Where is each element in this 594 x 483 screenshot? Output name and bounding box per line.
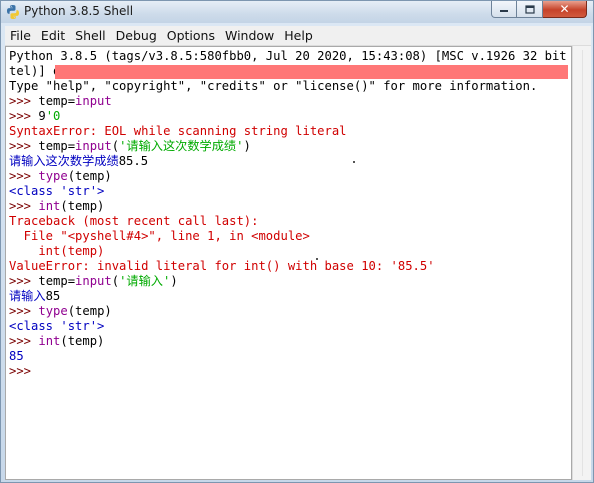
- code-token: 85: [45, 289, 61, 303]
- minimize-button[interactable]: [491, 1, 517, 18]
- shell-line-input: >>>: [9, 364, 571, 379]
- shell-prompt: >>>: [9, 109, 39, 123]
- code-token: temp=: [38, 139, 76, 153]
- shell-line-stdout_in: 请输入85: [9, 289, 571, 304]
- code-token: ): [243, 139, 251, 153]
- code-token: ): [170, 274, 178, 288]
- shell-line-input: >>> int(temp): [9, 334, 571, 349]
- code-token: 9: [38, 109, 46, 123]
- shell-line-input: >>> type(temp): [9, 169, 571, 184]
- shell-line-input: >>> type(temp): [9, 304, 571, 319]
- shell-line-input: >>> temp=input: [9, 94, 571, 109]
- shell-line-error: File "<pyshell#4>", line 1, in <module>: [9, 229, 310, 243]
- code-token: type: [38, 169, 68, 183]
- shell-prompt: >>>: [9, 139, 39, 153]
- python-logo-icon: [7, 5, 19, 19]
- shell-line-output: <class 'str'>: [9, 184, 105, 198]
- maximize-icon: [524, 4, 535, 14]
- shell-line-input: >>> 9'0: [9, 109, 571, 124]
- syntax-error-highlight: [55, 65, 568, 79]
- shell-prompt: >>>: [9, 304, 39, 318]
- code-token: '请输入': [119, 274, 171, 288]
- shell-line-error: Traceback (most recent call last):: [9, 214, 259, 228]
- code-token: int: [38, 199, 61, 213]
- code-token: (: [111, 274, 120, 288]
- code-token: (temp): [67, 169, 112, 183]
- code-token: (: [111, 139, 120, 153]
- shell-line-error: int(temp): [9, 244, 105, 258]
- code-token: temp=: [38, 274, 76, 288]
- vertical-scrollbar[interactable]: [572, 46, 591, 480]
- menu-debug[interactable]: Debug: [111, 26, 162, 45]
- menu-bar: File Edit Shell Debug Options Window Help: [5, 26, 591, 46]
- shell-line-banner: Python 3.8.5 (tags/v3.8.5:580fbb0, Jul 2…: [9, 49, 572, 63]
- close-icon: ✕: [559, 2, 570, 16]
- code-token: int: [38, 334, 61, 348]
- shell-line-output: 85: [9, 349, 24, 363]
- menu-shell[interactable]: Shell: [70, 26, 111, 45]
- shell-line-banner: Type "help", "copyright", "credits" or "…: [9, 79, 538, 93]
- shell-prompt: >>>: [9, 169, 39, 183]
- shell-prompt: >>>: [9, 334, 39, 348]
- code-token: 请输入: [9, 289, 46, 303]
- menu-file[interactable]: File: [5, 26, 36, 45]
- shell-line-input: >>> temp=input('请输入'): [9, 274, 571, 289]
- mouse-artifact-dot: [353, 161, 355, 163]
- menu-edit[interactable]: Edit: [36, 26, 70, 45]
- close-button[interactable]: ✕: [543, 1, 587, 18]
- code-token: input: [75, 94, 112, 108]
- code-token: (temp): [60, 199, 105, 213]
- code-token: input: [75, 139, 112, 153]
- shell-line-input: >>> temp=input('请输入这次数学成绩'): [9, 139, 571, 154]
- shell-prompt: >>>: [9, 274, 39, 288]
- shell-line-error: SyntaxError: EOL while scanning string l…: [9, 124, 347, 138]
- shell-output: Python 3.8.5 (tags/v3.8.5:580fbb0, Jul 2…: [9, 49, 572, 379]
- shell-line-error: ValueError: invalid literal for int() wi…: [9, 259, 435, 273]
- code-token: type: [38, 304, 68, 318]
- code-token: temp=: [38, 94, 76, 108]
- title-bar[interactable]: Python 3.8.5 Shell ✕: [1, 1, 593, 23]
- idle-shell-window: Python 3.8.5 Shell ✕ File Edit Shell Debug O…: [0, 0, 594, 483]
- shell-prompt: >>>: [9, 199, 39, 213]
- window-title: Python 3.8.5 Shell: [24, 4, 134, 18]
- menu-help[interactable]: Help: [279, 26, 318, 45]
- shell-prompt: >>>: [9, 364, 39, 378]
- menu-options[interactable]: Options: [162, 26, 220, 45]
- shell-line-output: <class 'str'>: [9, 319, 105, 333]
- minimize-icon: [500, 10, 508, 12]
- code-token: '请输入这次数学成绩': [119, 139, 244, 153]
- shell-line-input: >>> int(temp): [9, 199, 571, 214]
- maximize-button[interactable]: [517, 1, 543, 18]
- code-token: 85.5: [118, 154, 149, 168]
- mouse-artifact-dot: [316, 258, 318, 260]
- code-token: (temp): [60, 334, 105, 348]
- shell-prompt: >>>: [9, 94, 39, 108]
- code-token: '0: [45, 109, 61, 123]
- shell-line-stdout_in: 请输入这次数学成绩85.5: [9, 154, 571, 169]
- menu-window[interactable]: Window: [220, 26, 279, 45]
- code-token: (temp): [67, 304, 112, 318]
- shell-text-area[interactable]: Python 3.8.5 (tags/v3.8.5:580fbb0, Jul 2…: [5, 46, 572, 480]
- code-token: 请输入这次数学成绩: [9, 154, 119, 168]
- code-token: input: [75, 274, 112, 288]
- scrollbar-track: [582, 50, 583, 476]
